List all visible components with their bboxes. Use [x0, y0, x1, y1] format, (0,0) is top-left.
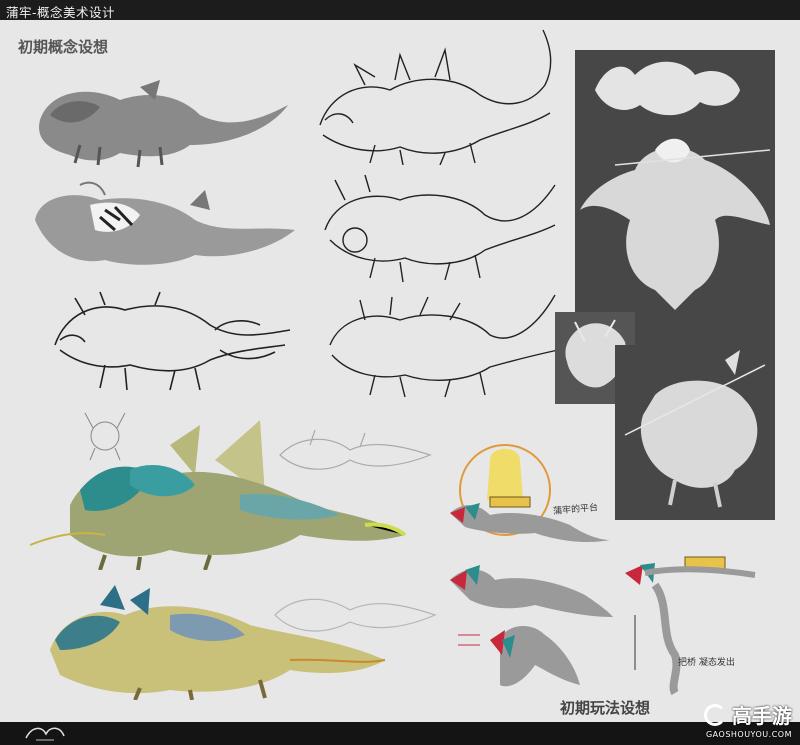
- sheet-title: 蒲牢-概念美术设计: [6, 5, 116, 20]
- header-bar: 蒲牢-概念美术设计: [0, 0, 800, 20]
- gameplay-dragon-sketch-3: [458, 625, 580, 687]
- lineart-dragon-sketch-1: [54, 291, 291, 391]
- faint-dragon-sketch-2: [274, 598, 437, 632]
- grey-dragon-sketch-2: [35, 181, 295, 265]
- small-head-sketch: [84, 412, 126, 461]
- grey-dragon-sketch-1: [39, 80, 289, 168]
- faint-dragon-sketch-1: [279, 429, 432, 470]
- gameplay-tower-dragon-sketch: [625, 556, 756, 695]
- brand-g-icon: [704, 703, 726, 726]
- lineart-dragon-sketch-4: [329, 294, 559, 398]
- gameplay-platform-sketch: [450, 444, 610, 543]
- early-gameplay-title: 初期玩法设想: [560, 699, 651, 717]
- annotation-bridge: 把桥 凝态发出: [678, 658, 735, 668]
- 3d-dragon-render-2: [624, 350, 766, 508]
- brand-name: 高手游: [732, 704, 792, 728]
- render-panel-3: [615, 345, 775, 520]
- concept-art-sheet: 蒲牢-概念美术设计 初期概念设想 蒲牢的平台 把桥 凝态发出 初期玩法设想 高手…: [0, 0, 800, 745]
- game-logo-icon: [25, 727, 65, 741]
- watermark: 高手游 GAOSHOUYOU.COM: [704, 700, 792, 739]
- brand-url: GAOSHOUYOU.COM: [705, 730, 792, 739]
- lineart-dragon-sketch-3: [324, 174, 556, 283]
- early-concept-title: 初期概念设想: [18, 38, 109, 56]
- footer-bar: [0, 722, 800, 745]
- lineart-dragon-sketch-2: [319, 29, 552, 165]
